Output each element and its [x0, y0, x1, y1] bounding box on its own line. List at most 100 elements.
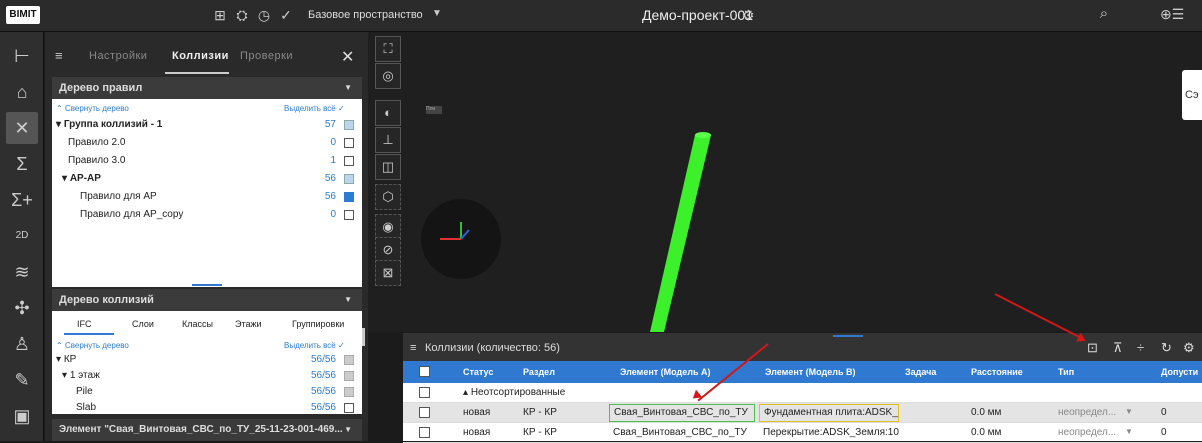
check-icon[interactable]: ✓ [278, 7, 294, 23]
chevron-down-icon[interactable]: ▼ [1125, 407, 1133, 416]
cell-allowed[interactable]: 0 [1161, 407, 1167, 418]
select-all-link[interactable]: Выделить всё ✓ [284, 101, 345, 117]
tree-row-checkbox[interactable] [344, 120, 354, 130]
chevron-down-icon[interactable]: ▼ [432, 8, 442, 19]
tree-row[interactable]: Slab 56/56 [52, 400, 362, 416]
collapse-tree-link[interactable]: ⌃ Свернуть дерево [56, 101, 129, 117]
resize-handle[interactable] [833, 335, 863, 337]
chevron-down-icon[interactable]: ▼ [1125, 427, 1133, 436]
collisions-tree-header[interactable]: Дерево коллизий ▼ [52, 289, 362, 311]
puzzle-icon[interactable]: ✣ [6, 292, 38, 324]
subtab-groupings[interactable]: Группировки [292, 316, 344, 332]
tree-row[interactable]: ▾ АР-АР 56 [52, 171, 362, 187]
tab-settings[interactable]: Настройки [89, 50, 147, 62]
tree-row-checkbox[interactable] [344, 210, 354, 220]
subtab-ifc[interactable]: IFC [77, 316, 92, 332]
levels-icon[interactable]: ≋ [6, 256, 38, 288]
subtab-classes[interactable]: Классы [182, 316, 213, 332]
tab-collisions[interactable]: Коллизии [172, 50, 229, 62]
align-icon[interactable]: ⊼ [1113, 340, 1123, 356]
tree-row[interactable]: ▾ КР 56/56 [52, 352, 362, 368]
scrollbar-thumb[interactable] [362, 328, 365, 346]
3d-viewport[interactable]: Плн [368, 32, 1202, 332]
cell-type-select[interactable]: неопредел... [1058, 427, 1116, 438]
tree-row[interactable]: Правило 2.0 0 [52, 135, 362, 151]
col-status[interactable]: Статус [463, 367, 493, 377]
layers-menu-icon[interactable]: ⊕☰ [1160, 6, 1184, 23]
tree-row-checkbox[interactable] [344, 355, 354, 365]
sigma-icon[interactable]: Σ [6, 148, 38, 180]
users-icon[interactable]: ⛭ [234, 7, 250, 23]
split-icon[interactable]: ◫ [375, 154, 401, 180]
tree-row[interactable]: Правило для АР 56 [52, 189, 362, 205]
tree-row-checkbox[interactable] [344, 174, 354, 184]
table-row[interactable]: новая КР - КР Свая_Винтовая_СВС_по_ТУ Фу… [403, 403, 1202, 423]
subtab-floors[interactable]: Этажи [235, 316, 262, 332]
tree-row-checkbox[interactable] [344, 387, 354, 397]
tree-row-checkbox[interactable] [344, 156, 354, 166]
row-checkbox[interactable] [419, 427, 430, 438]
tree-row-checkbox[interactable] [344, 403, 354, 413]
cell-type-select[interactable]: неопредел... [1058, 407, 1116, 418]
row-checkbox[interactable] [419, 407, 430, 418]
model-structure-icon[interactable]: ⊞ [212, 7, 228, 23]
chevron-down-icon[interactable]: ▼ [344, 419, 352, 441]
cube-icon[interactable]: ⬡ [375, 184, 401, 210]
col-element-b[interactable]: Элемент (Модель В) [765, 367, 856, 377]
resize-handle[interactable] [192, 284, 222, 286]
col-element-a[interactable]: Элемент (Модель А) [620, 367, 711, 377]
cell-element-b[interactable]: Перекрытие:ADSK_Земля:10 [763, 427, 899, 438]
tree-row[interactable]: Правило для АР_copy 0 [52, 207, 362, 223]
tree-row[interactable]: ▾ 1 этаж 56/56 [52, 368, 362, 384]
divide-icon[interactable]: ÷ [1137, 340, 1144, 355]
pen-icon[interactable]: ✎ [6, 364, 38, 396]
close-box-icon[interactable]: ⊠ [375, 260, 401, 286]
section-icon[interactable]: ◐ [375, 100, 401, 126]
list-icon[interactable]: ≡ [410, 342, 416, 354]
target-icon[interactable]: ◎ [375, 63, 401, 89]
table-row[interactable]: новая КР - КР Свая_Винтовая_СВС_по_ТУ Пе… [403, 423, 1202, 443]
fit-view-icon[interactable]: ⛶ [375, 36, 401, 62]
search-icon[interactable]: ⌕ [1084, 5, 1124, 27]
plane-icon[interactable]: ⊥ [375, 127, 401, 153]
refresh-icon[interactable]: ↻ [1161, 340, 1172, 356]
cell-element-a[interactable]: Свая_Винтовая_СВС_по_ТУ [613, 427, 755, 438]
element-details-header[interactable]: Элемент "Свая_Винтовая_СВС_по_ТУ_25-11-2… [52, 419, 362, 441]
history-icon[interactable]: ◷ [256, 7, 272, 23]
close-icon[interactable]: ✕ [341, 47, 354, 67]
tree-row[interactable]: Правило 3.0 1 [52, 153, 362, 169]
app-logo[interactable]: BIMIT [6, 6, 40, 24]
cell-element-a[interactable]: Свая_Винтовая_СВС_по_ТУ [609, 404, 755, 422]
select-all-checkbox[interactable] [419, 366, 430, 377]
cell-element-b[interactable]: Фундаментная плита:ADSK_ [759, 404, 899, 422]
project-settings-gear-icon[interactable]: ⚙ [742, 7, 755, 24]
space-selector[interactable]: Базовое пространство [308, 9, 423, 21]
tree-row-checkbox[interactable] [344, 371, 354, 381]
row-checkbox[interactable] [419, 387, 430, 398]
tree-row-checkbox[interactable] [344, 192, 354, 202]
floating-card[interactable]: Сэ [1182, 70, 1202, 120]
user-icon[interactable]: ♙ [6, 328, 38, 360]
tab-checks[interactable]: Проверки [240, 50, 293, 62]
collisions-icon[interactable]: ✕ [6, 112, 38, 144]
col-task[interactable]: Задача [905, 367, 936, 377]
chevron-down-icon[interactable]: ▼ [344, 289, 352, 311]
tree-row[interactable]: Pile 56/56 [52, 384, 362, 400]
tree-row-checkbox[interactable] [344, 138, 354, 148]
chevron-down-icon[interactable]: ▼ [344, 77, 352, 99]
sigma-plus-icon[interactable]: Σ+ [6, 184, 38, 216]
rules-tree-header[interactable]: Дерево правил ▼ [52, 77, 362, 99]
subtab-layers[interactable]: Слои [132, 316, 154, 332]
2d-icon[interactable]: 2D [6, 220, 38, 252]
col-type[interactable]: Тип [1058, 367, 1074, 377]
col-distance[interactable]: Расстояние [971, 367, 1023, 377]
tree-icon[interactable]: ⊢ [6, 40, 38, 72]
cell-allowed[interactable]: 0 [1161, 427, 1167, 438]
group-row[interactable]: ▴ Неотсортированные [403, 383, 1202, 403]
model-icon[interactable]: ⌂ [6, 76, 38, 108]
col-allowed[interactable]: Допусти [1161, 367, 1198, 377]
menu-icon[interactable]: ≡ [55, 48, 63, 63]
settings-icon[interactable]: ⚙ [1183, 340, 1195, 356]
box-icon[interactable]: ▣ [6, 400, 38, 432]
filter-elements-icon[interactable]: ⊡ [1087, 340, 1098, 356]
